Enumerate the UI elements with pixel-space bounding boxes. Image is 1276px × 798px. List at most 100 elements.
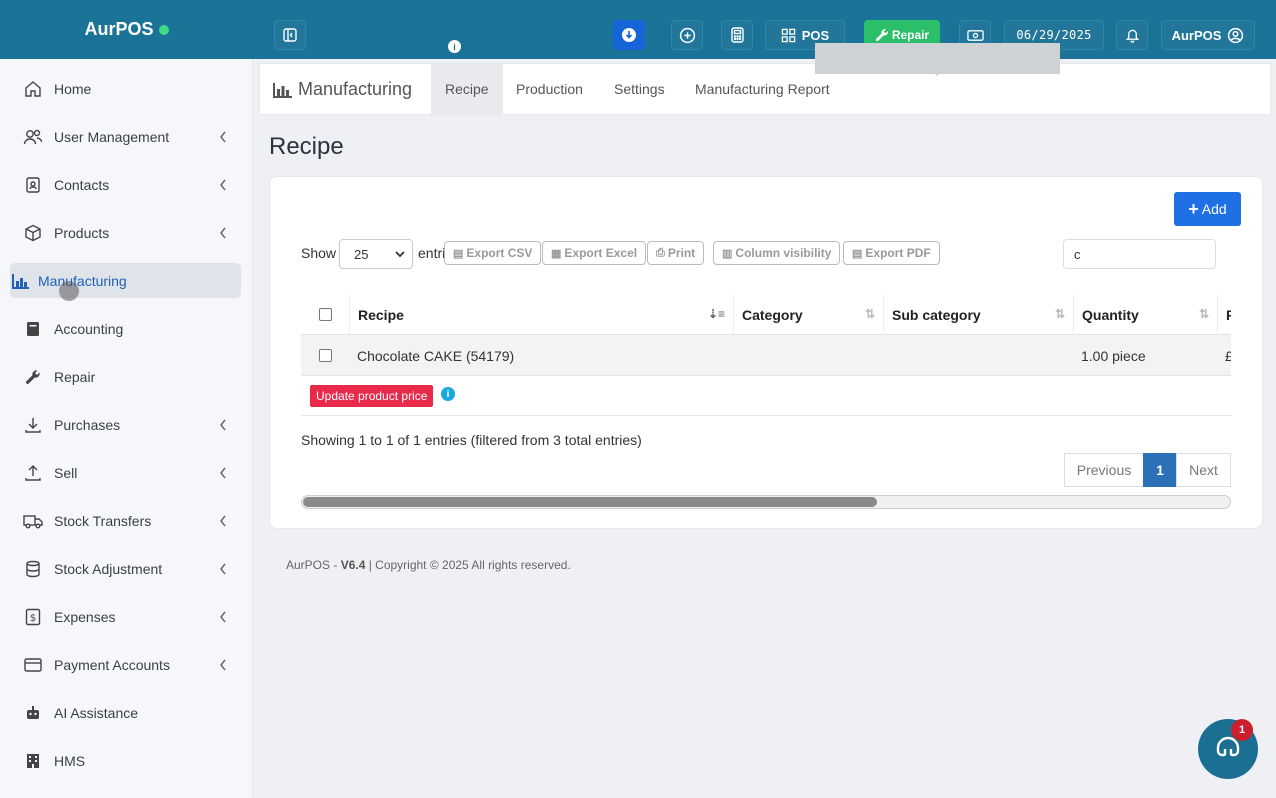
info-icon[interactable]: i xyxy=(448,40,461,53)
sidebar-item-stock-transfers[interactable]: Stock Transfers xyxy=(10,503,241,538)
truck-icon xyxy=(22,510,44,532)
pagination-page-1[interactable]: 1 xyxy=(1143,453,1177,487)
online-status-dot xyxy=(158,24,169,35)
table-row[interactable]: Chocolate CAKE (54179) 1.00 piece £ xyxy=(301,335,1231,376)
sidebar-toggle-button[interactable] xyxy=(274,20,306,50)
chevron-left-icon xyxy=(219,562,227,578)
brand-name: AurPOS xyxy=(84,19,154,39)
sidebar-item-user-management[interactable]: User Management xyxy=(10,119,241,154)
notifications-button[interactable] xyxy=(1116,20,1148,50)
column-header-sub-category[interactable]: Sub category ⇅ xyxy=(883,294,1073,335)
search-input[interactable]: c xyxy=(1063,239,1216,269)
sidebar-item-purchases[interactable]: Purchases xyxy=(10,407,241,442)
sidebar-item-contacts[interactable]: Contacts xyxy=(10,167,241,202)
columns-icon: ▥ xyxy=(722,247,733,260)
user-circle-icon xyxy=(1228,27,1244,43)
sidebar-item-sell[interactable]: Sell xyxy=(10,455,241,490)
export-excel-button[interactable]: ▦ Export Excel xyxy=(542,241,647,265)
chevron-left-icon xyxy=(219,466,227,482)
cell-quantity: 1.00 piece xyxy=(1081,347,1146,364)
sidebar-item-repair[interactable]: Repair xyxy=(10,359,241,394)
upload-icon xyxy=(22,462,44,484)
calculator-icon xyxy=(730,27,744,43)
horizontal-scrollbar[interactable] xyxy=(301,495,1231,509)
sidebar-item-hms[interactable]: HMS xyxy=(10,743,241,778)
row-checkbox[interactable] xyxy=(318,349,332,362)
sidebar-item-label: Stock Transfers xyxy=(54,512,152,529)
chat-unread-badge: 1 xyxy=(1231,719,1253,741)
sidebar-item-label: Manufacturing xyxy=(38,272,127,289)
sidebar-item-ai-assistance[interactable]: AI Assistance xyxy=(10,695,241,730)
scrollbar-thumb[interactable] xyxy=(303,497,877,507)
cell-sub-category xyxy=(883,335,1073,376)
sidebar-item-label: Accounting xyxy=(54,320,124,337)
module-title[interactable]: Manufacturing xyxy=(273,79,412,100)
add-quick-button[interactable] xyxy=(671,20,703,50)
footer: AurPOS - V6.4 | Copyright © 2025 All rig… xyxy=(286,558,571,572)
repair-label: Repair xyxy=(891,28,930,42)
sidebar-item-label: Contacts xyxy=(54,176,110,193)
chevron-down-icon xyxy=(395,251,405,258)
export-pdf-button[interactable]: ▤ Export PDF xyxy=(843,241,940,265)
update-product-price-button[interactable]: Update product price xyxy=(310,385,434,407)
pagination-next[interactable]: Next xyxy=(1176,453,1231,487)
chevron-left-icon xyxy=(219,226,227,242)
sidebar-item-expenses[interactable]: $ Expenses xyxy=(10,599,241,634)
download-button[interactable] xyxy=(613,20,645,50)
cell-price: £ xyxy=(1225,347,1231,364)
tab-settings[interactable]: Settings xyxy=(600,64,679,114)
sidebar-item-stock-adjustment[interactable]: Stock Adjustment xyxy=(10,551,241,586)
robot-icon xyxy=(22,702,44,724)
top-bar: AurPOS POS Repair 06/29/2025 AurPOS i xyxy=(0,0,1276,59)
sidebar-item-accounting[interactable]: Accounting xyxy=(10,311,241,346)
brand-logo[interactable]: AurPOS xyxy=(0,0,253,59)
column-header-recipe[interactable]: Recipe ⇣≡ xyxy=(349,294,733,335)
sidebar-item-products[interactable]: Products xyxy=(10,215,241,250)
page-title: Recipe xyxy=(269,133,344,160)
calculator-button[interactable] xyxy=(721,20,753,50)
export-csv-button[interactable]: ▤ Export CSV xyxy=(444,241,542,265)
column-header-quantity[interactable]: Quantity ⇅ xyxy=(1073,294,1217,335)
sidebar-item-label: Sell xyxy=(54,464,78,481)
plus-icon: + xyxy=(1188,198,1199,219)
column-visibility-label: Column visibility xyxy=(735,246,832,260)
user-label: AurPOS xyxy=(1171,27,1222,43)
footer-brand: AurPOS - xyxy=(286,558,341,572)
divider xyxy=(301,415,1231,416)
tab-recipe[interactable]: Recipe xyxy=(431,64,503,114)
user-menu-button[interactable]: AurPOS xyxy=(1161,20,1255,50)
pos-label: POS xyxy=(801,27,830,43)
export-pdf-label: Export PDF xyxy=(865,246,931,260)
sidebar-toggle-icon xyxy=(283,28,297,42)
tab-production[interactable]: Production xyxy=(502,64,597,114)
book-icon xyxy=(22,318,44,340)
wrench-icon xyxy=(22,366,44,388)
select-all-checkbox[interactable] xyxy=(318,308,332,321)
table-header: Recipe ⇣≡ Category ⇅ Sub category ⇅ Quan… xyxy=(301,294,1231,335)
sidebar-item-manufacturing[interactable]: Manufacturing xyxy=(10,263,241,298)
sidebar-item-home[interactable]: Home xyxy=(10,71,241,106)
add-recipe-button[interactable]: + Add xyxy=(1174,192,1241,226)
sidebar-item-label: Purchases xyxy=(54,416,121,433)
column-visibility-button[interactable]: ▥ Column visibility xyxy=(713,241,841,265)
sidebar-item-payment-accounts[interactable]: Payment Accounts xyxy=(10,647,241,682)
building-icon xyxy=(22,750,44,772)
info-icon[interactable]: i xyxy=(441,387,455,401)
page-size-select[interactable]: 25 xyxy=(339,239,413,269)
chevron-left-icon xyxy=(219,658,227,674)
table-info-text: Showing 1 to 1 of 1 entries (filtered fr… xyxy=(301,432,642,448)
pagination-previous[interactable]: Previous xyxy=(1064,453,1144,487)
chevron-left-icon xyxy=(219,130,227,146)
print-button[interactable]: ⎙ Print xyxy=(647,241,705,265)
select-all-cell xyxy=(301,294,349,335)
bar-chart-icon xyxy=(273,82,292,98)
sidebar-item-label: Products xyxy=(54,224,110,241)
column-header-category[interactable]: Category ⇅ xyxy=(733,294,883,335)
money-icon xyxy=(966,29,984,41)
column-header-price[interactable]: F xyxy=(1217,294,1231,335)
column-header-recipe-label: Recipe xyxy=(358,306,404,323)
database-icon xyxy=(22,558,44,580)
excel-icon: ▦ xyxy=(551,247,562,260)
footer-copyright: | Copyright © 2025 All rights reserved. xyxy=(365,558,571,572)
column-header-sub-category-label: Sub category xyxy=(892,306,981,323)
